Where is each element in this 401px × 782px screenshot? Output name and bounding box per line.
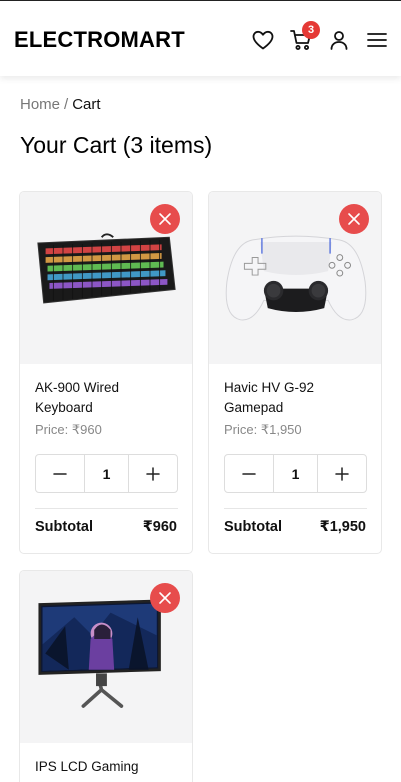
product-image-area (20, 192, 192, 364)
plus-icon (146, 466, 160, 481)
product-image-area (209, 192, 381, 364)
cart-item-card: AK-900 Wired Keyboard Price: ₹960 1 Subt… (19, 191, 193, 554)
subtotal-value: ₹960 (142, 519, 177, 535)
divider (224, 508, 367, 509)
account-button[interactable] (326, 27, 352, 53)
gamepad-image[interactable] (223, 228, 369, 326)
breadcrumb-current: Cart (72, 96, 101, 113)
heart-icon (252, 30, 274, 50)
product-price: Price: ₹960 (35, 422, 102, 437)
quantity-stepper: 1 (224, 454, 367, 493)
product-image-area (20, 571, 192, 743)
product-price: Price: ₹1,950 (224, 422, 302, 437)
product-name[interactable]: AK-900 Wired Keyboard (35, 378, 175, 418)
remove-item-button[interactable] (150, 204, 180, 234)
breadcrumb: Home / Cart (20, 96, 101, 113)
close-icon (348, 213, 360, 225)
increase-quantity-button[interactable] (318, 455, 366, 492)
plus-icon (335, 466, 349, 481)
product-name[interactable]: Havic HV G-92 Gamepad (224, 378, 364, 418)
menu-icon (367, 33, 387, 47)
quantity-value[interactable]: 1 (84, 455, 129, 492)
site-header: ELECTROMART 3 (0, 0, 401, 76)
subtotal-label: Subtotal (35, 519, 93, 535)
cart-item-card: IPS LCD Gaming (19, 570, 193, 782)
monitor-image[interactable] (38, 595, 174, 721)
minus-icon (53, 472, 67, 475)
remove-item-button[interactable] (150, 583, 180, 613)
close-icon (159, 213, 171, 225)
cart-item-card: Havic HV G-92 Gamepad Price: ₹1,950 1 Su… (208, 191, 382, 554)
product-name[interactable]: IPS LCD Gaming (35, 757, 175, 777)
page-title: Your Cart (3 items) (20, 132, 213, 158)
quantity-value[interactable]: 1 (273, 455, 318, 492)
subtotal-label: Subtotal (224, 519, 282, 535)
subtotal-value: ₹1,950 (319, 519, 366, 535)
wishlist-button[interactable] (250, 27, 276, 53)
increase-quantity-button[interactable] (129, 455, 177, 492)
close-icon (159, 592, 171, 604)
user-icon (330, 31, 348, 50)
decrease-quantity-button[interactable] (225, 455, 273, 492)
quantity-stepper: 1 (35, 454, 178, 493)
keyboard-image[interactable] (34, 232, 179, 312)
minus-icon (242, 472, 256, 475)
breadcrumb-separator: / (64, 96, 69, 113)
brand-logo[interactable]: ELECTROMART (14, 27, 185, 53)
remove-item-button[interactable] (339, 204, 369, 234)
menu-button[interactable] (364, 27, 390, 53)
decrease-quantity-button[interactable] (36, 455, 84, 492)
cart-count-badge: 3 (302, 21, 320, 39)
divider (35, 508, 178, 509)
breadcrumb-home-link[interactable]: Home (20, 96, 60, 113)
